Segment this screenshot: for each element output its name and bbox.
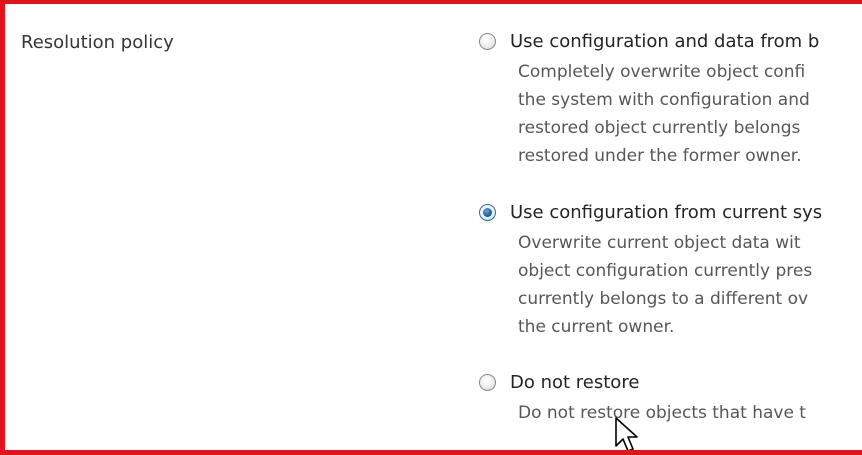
- option-do-not-restore: Do not restore Do not restore objects th…: [479, 369, 862, 427]
- option-2-row[interactable]: Use configuration from current sys: [479, 199, 862, 225]
- option-2-description-line: Overwrite current object data wit: [518, 233, 801, 253]
- option-3-description: Do not restore objects that have t: [518, 399, 862, 427]
- option-use-config-from-current-system: Use configuration from current sys Overw…: [479, 199, 862, 341]
- radio-button-option-1[interactable]: [479, 32, 496, 50]
- option-2-description-line: currently belongs to a different ov: [518, 289, 809, 309]
- option-2-description-line: the current owner.: [518, 317, 675, 337]
- option-3-row[interactable]: Do not restore: [479, 369, 862, 395]
- option-1-description-line: restored under the former owner.: [518, 146, 802, 166]
- option-1-description-line: the system with configuration and: [518, 90, 810, 110]
- option-use-config-and-data-from-backup: Use configuration and data from b Comple…: [479, 28, 862, 170]
- arrow-cursor-icon: [615, 417, 638, 450]
- option-2-label[interactable]: Use configuration from current sys: [510, 202, 822, 223]
- option-2-description-line: object configuration currently pres: [518, 261, 813, 281]
- option-1-description: Completely overwrite object confi the sy…: [518, 58, 862, 170]
- option-2-description: Overwrite current object data wit object…: [518, 229, 862, 341]
- option-3-description-line: Do not restore objects that have t: [518, 403, 806, 423]
- resolution-policy-label: Resolution policy: [21, 32, 174, 53]
- radio-button-option-3[interactable]: [479, 373, 496, 391]
- option-3-label[interactable]: Do not restore: [510, 372, 639, 393]
- option-1-label[interactable]: Use configuration and data from b: [510, 31, 819, 52]
- option-1-description-line: Completely overwrite object confi: [518, 62, 806, 82]
- option-1-row[interactable]: Use configuration and data from b: [479, 28, 862, 54]
- option-1-description-line: restored object currently belongs: [518, 118, 801, 138]
- restore-options-panel: Resolution policy Use configuration and …: [0, 0, 862, 455]
- radio-button-option-2[interactable]: [479, 203, 496, 221]
